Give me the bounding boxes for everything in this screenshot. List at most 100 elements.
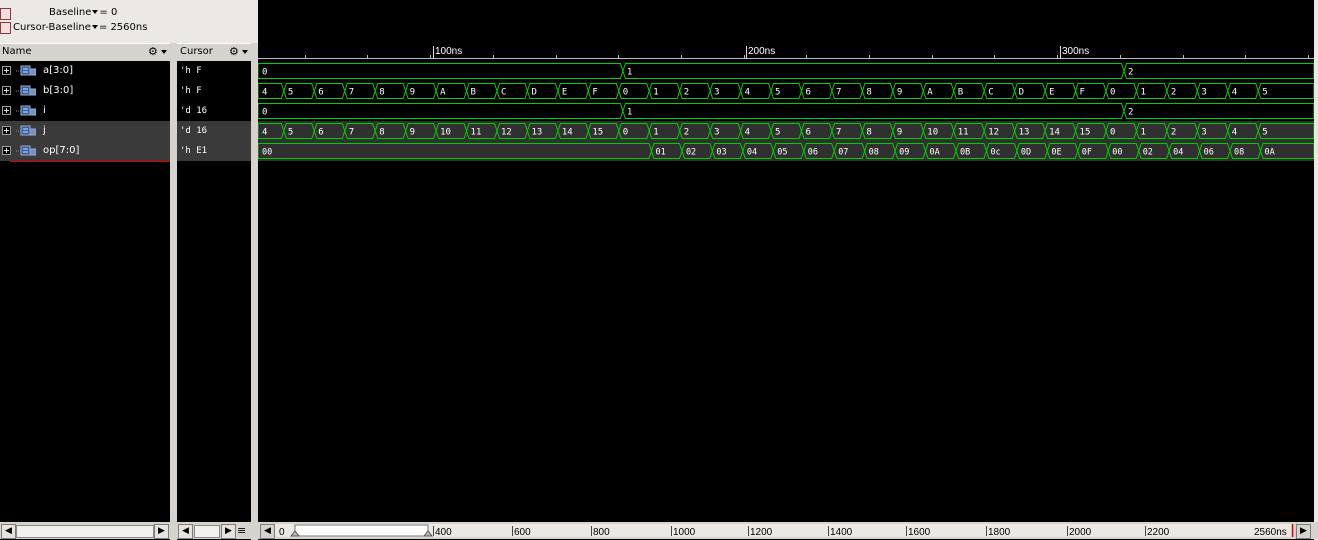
bus-value-label: 6 — [318, 128, 323, 138]
signal-name: a[3:0] — [43, 65, 74, 76]
expand-plus-icon[interactable] — [2, 66, 11, 75]
time-scroll-tick-label: 1400 — [830, 527, 853, 538]
expand-plus-icon[interactable] — [2, 106, 11, 115]
bus-value-label: 0 — [623, 88, 628, 98]
panel-divider-2[interactable] — [251, 43, 258, 540]
bus-value-label: 06 — [808, 148, 818, 158]
cursor-value: 'h F — [180, 66, 202, 76]
cursor-value-row[interactable]: 'd 16 — [177, 101, 251, 121]
bus-value-label: 6 — [318, 88, 323, 98]
cursor-value: 'd 16 — [180, 126, 208, 136]
bus-segment — [622, 103, 1125, 119]
signal-name-list: a[3:0] b[3:0] i j op[7:0] — [0, 61, 170, 521]
bus-segment — [257, 63, 624, 79]
expand-plus-icon[interactable] — [2, 146, 11, 155]
time-scroll-tick-label: 800 — [593, 527, 610, 538]
bus-value-label: 3 — [1201, 88, 1206, 98]
name-column-header[interactable]: Name ⚙ — [0, 43, 170, 62]
signal-row[interactable]: op[7:0] — [0, 141, 170, 161]
baseline-value: = 0 — [99, 7, 118, 18]
cursor-header-label: Cursor — [180, 46, 213, 57]
time-ruler-label: 300ns — [1062, 46, 1089, 57]
bus-value-label: 13 — [1019, 128, 1030, 138]
align-icon[interactable]: ≡ — [237, 525, 246, 536]
name-scroll-thumb[interactable] — [16, 525, 154, 538]
bus-value-label: 00 — [262, 148, 272, 158]
time-scroll-tick-label: 2200 — [1147, 527, 1170, 538]
name-settings-dropdown-icon[interactable] — [161, 50, 167, 54]
bus-value-label: 7 — [836, 88, 841, 98]
name-horizontal-scrollbar[interactable]: ◀ ▶ — [0, 522, 170, 539]
cursor-column-header[interactable]: Cursor ⚙ — [177, 43, 251, 62]
bus-value-label: F — [1080, 88, 1085, 98]
time-scrollbar[interactable]: ◀ 0 400 600 800 1000 1200 1400 1600 1800 2000 2200… — [258, 522, 1318, 539]
time-scroll-tick-label: 2560ns — [1254, 527, 1287, 538]
signal-name: j — [43, 125, 46, 136]
cursor-value-row[interactable]: 'h E1 — [177, 141, 251, 161]
bus-value-label: B — [958, 88, 963, 98]
bus-value-label: 3 — [714, 88, 719, 98]
bus-value-label: 10 — [440, 128, 451, 138]
bus-value-label: 05 — [777, 148, 787, 158]
bus-value-label: 07 — [838, 148, 848, 158]
cursor-baseline-dropdown-icon[interactable] — [91, 24, 98, 29]
signal-row[interactable]: i — [0, 101, 170, 121]
cursor-horizontal-scrollbar[interactable]: ◀ ▶ ≡ — [177, 522, 251, 539]
bus-value-label: 09 — [899, 148, 909, 158]
signal-row[interactable]: b[3:0] — [0, 81, 170, 101]
time-scroll-right-button[interactable]: ▶ — [1296, 524, 1311, 539]
bus-value-label: 0 — [262, 108, 267, 118]
time-scroll-tick-label: 1600 — [908, 527, 931, 538]
bus-signal-icon — [16, 105, 36, 116]
bus-value-label: 08 — [1234, 148, 1244, 158]
expand-plus-icon[interactable] — [2, 126, 11, 135]
baseline-icon[interactable] — [0, 8, 11, 20]
signal-name: op[7:0] — [43, 145, 80, 156]
cursor-value-row[interactable]: 'd 16 — [177, 121, 251, 141]
bus-value-label: 1 — [1140, 128, 1145, 138]
bus-value-label: 02 — [686, 148, 696, 158]
cursor-scroll-left-button[interactable]: ◀ — [178, 524, 193, 539]
cursor-scroll-right-button[interactable]: ▶ — [221, 524, 236, 539]
baseline-dropdown-icon[interactable] — [92, 9, 99, 14]
time-scroll-tick-label: 0 — [279, 527, 285, 538]
baseline-label: Baseline — [49, 7, 92, 18]
waveform-canvas[interactable]: 100ns 200ns 300ns0 1 24 5 6 7 8 9 A B C D E F 0 1 2 3 4 5 6 7 8 9… — [257, 43, 1315, 521]
name-header-label: Name — [2, 46, 32, 57]
signal-row[interactable]: j — [0, 121, 170, 141]
cursor-settings-dropdown-icon[interactable] — [242, 50, 248, 54]
bus-value-label: 15 — [592, 128, 603, 138]
name-scroll-left-button[interactable]: ◀ — [1, 524, 16, 539]
bus-value-label: 9 — [897, 128, 902, 138]
time-scroll-track[interactable]: 0 400 600 800 1000 1200 1400 1600 1800 2000 2200 25… — [258, 522, 1318, 539]
bus-value-label: 4 — [745, 128, 750, 138]
waveform-viewer[interactable]: 100ns 200ns 300ns 0 1 2 4 5 6 7 8 9 A B C D E F 0 1 2 3 4 5 6 7 8 9… — [257, 43, 1315, 521]
bus-value-label: 0 — [1110, 128, 1115, 138]
selection-marker-line — [10, 161, 170, 162]
cursor-scroll-thumb[interactable] — [194, 525, 220, 538]
bus-value-label: 1 — [653, 88, 658, 98]
cursor-value-row[interactable]: 'h F — [177, 61, 251, 81]
bus-value-label: 4 — [1232, 128, 1237, 138]
bus-value-label: C — [501, 88, 506, 98]
bus-value-label: D — [531, 88, 536, 98]
cursor-baseline-value: = 2560ns — [98, 22, 148, 33]
bus-value-label: 9 — [410, 128, 415, 138]
bus-value-label: B — [471, 88, 476, 98]
cursor-value-row[interactable]: 'h F — [177, 81, 251, 101]
bus-value-label: 0c — [990, 148, 1000, 158]
cursor-baseline-icon[interactable] — [0, 22, 11, 34]
time-scroll-thumb[interactable] — [294, 524, 429, 537]
name-settings-gear-icon[interactable]: ⚙ — [148, 45, 158, 59]
name-scroll-right-button[interactable]: ▶ — [154, 524, 169, 539]
expand-plus-icon[interactable] — [2, 86, 11, 95]
bus-value-label: 3 — [1201, 128, 1206, 138]
signal-row[interactable]: a[3:0] — [0, 61, 170, 81]
cursor-settings-gear-icon[interactable]: ⚙ — [229, 45, 239, 59]
bus-value-label: 0A — [930, 148, 940, 158]
cursor-value: 'h F — [180, 86, 202, 96]
bus-value-label: 03 — [716, 148, 726, 158]
bus-value-label: 5 — [1262, 88, 1267, 98]
panel-divider-1[interactable] — [170, 43, 177, 540]
bus-value-label: 2 — [1128, 68, 1133, 78]
